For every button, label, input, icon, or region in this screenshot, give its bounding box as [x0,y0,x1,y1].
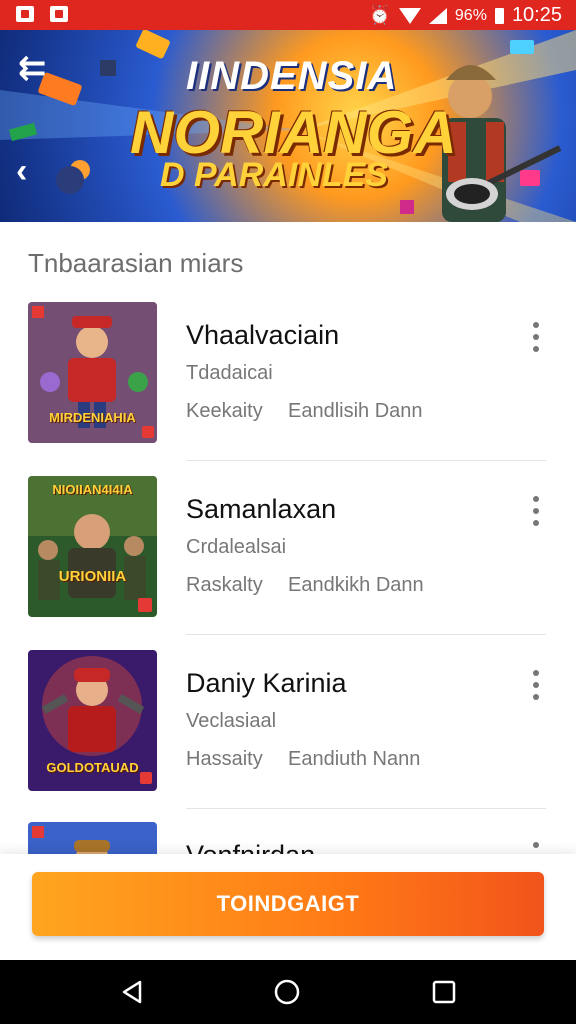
system-navigation-bar [0,960,576,1024]
game-title: Daniy Karinia [186,668,347,698]
game-meta-right: Eandiuth Nann [288,748,421,770]
recents-square-icon[interactable] [430,978,458,1006]
banner-title-line1: IINDENSIA [186,54,398,98]
game-subtitle: Crdalealsai [186,536,287,558]
game-title: Vhaalvaciain [186,320,340,350]
game-art-caption: URIONIIA [58,568,127,585]
message-notification-icon [50,6,68,22]
game-thumbnail[interactable]: GOLDOTAUAD [28,650,157,791]
game-thumbnail[interactable]: NIOIIAN4I4IA URIONIIA [28,476,157,617]
game-meta-left: Raskalty [186,574,263,596]
bottom-action-bar: TOINDGAIGT [0,854,576,960]
divider [186,808,546,809]
back-triangle-icon[interactable] [118,978,146,1006]
list-item[interactable]: NIOIIAN4I4IA URIONIIA Samanlaxan Crdalea… [28,476,546,650]
primary-cta-button[interactable]: TOINDGAIGT [32,872,544,936]
game-thumbnail[interactable]: MIRDENIAHIA [28,302,157,443]
game-art-caption: MIRDENIAHIA [49,410,136,425]
game-art-caption-top: NIOIIAN4I4IA [52,482,133,497]
divider [186,460,546,461]
list-item[interactable]: MIRDENIAHIA Vhaalvaciain Tdadaicai Keeka… [28,302,546,476]
more-options-icon[interactable] [530,322,542,352]
banner-back-arrows-icon[interactable]: ⇇ [18,48,47,88]
list-item[interactable]: GOLDOTAUAD Daniy Karinia Veclasiaal Hass… [28,650,546,824]
game-meta-right: Eandlisih Dann [288,400,423,422]
signal-icon [428,7,447,24]
more-options-icon[interactable] [530,670,542,700]
section-title: Tnbaarasian miars [28,248,244,278]
hero-banner[interactable]: ⇇ ‹ IINDENSIA NORIANGA D PARAINLES [0,30,576,222]
gallery-notification-icon [16,6,34,22]
game-meta-left: Keekaity [186,400,263,422]
more-options-icon[interactable] [530,496,542,526]
battery-percentage: 96% [454,6,487,24]
game-artwork [28,476,157,617]
banner-title-line3: D PARAINLES [160,156,388,194]
game-subtitle: Veclasiaal [186,710,277,732]
battery-icon [494,7,504,24]
status-bar: ⏰ 96% 10:25 [0,0,576,30]
game-meta-left: Hassaity [186,748,263,770]
alarm-icon: ⏰ [368,5,391,25]
clock: 10:25 [511,4,562,26]
game-subtitle: Tdadaicai [186,362,273,384]
game-art-caption: GOLDOTAUAD [46,760,139,775]
wifi-icon [398,7,421,24]
game-title: Samanlaxan [186,494,337,524]
banner-prev-arrow-icon[interactable]: ‹ [16,152,27,191]
home-circle-icon[interactable] [273,978,301,1006]
game-meta-right: Eandkikh Dann [288,574,424,596]
divider [186,634,546,635]
